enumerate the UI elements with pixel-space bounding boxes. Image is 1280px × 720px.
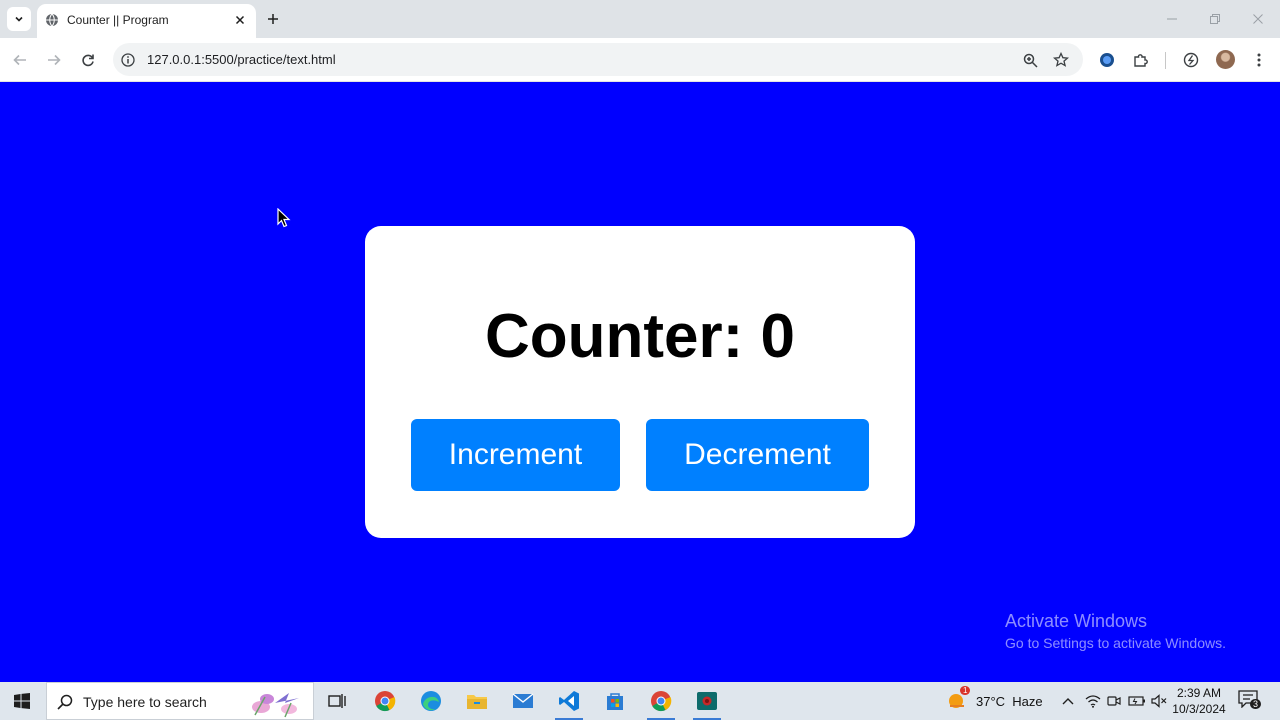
- chevron-down-icon: [15, 16, 23, 22]
- vscode-icon: [559, 691, 579, 711]
- bookmark-button[interactable]: [1051, 50, 1071, 70]
- back-button[interactable]: [9, 49, 31, 71]
- weather-text[interactable]: 37°C Haze: [976, 694, 1043, 709]
- counter-card: Counter: 0 Increment Decrement: [365, 226, 915, 538]
- taskbar-clock[interactable]: 2:39 AM 10/3/2024: [1168, 685, 1230, 717]
- task-view-icon: [328, 694, 346, 708]
- battery-icon[interactable]: [1128, 695, 1146, 707]
- start-button[interactable]: [0, 682, 44, 720]
- chrome-icon: [651, 691, 672, 712]
- profile-avatar[interactable]: [1216, 50, 1235, 69]
- clock-date: 10/3/2024: [1172, 702, 1226, 716]
- increment-button[interactable]: Increment: [411, 419, 620, 491]
- wifi-icon[interactable]: [1085, 694, 1101, 708]
- close-icon: [1253, 14, 1263, 24]
- site-info-button[interactable]: [118, 50, 138, 70]
- meet-now-icon[interactable]: [1107, 694, 1121, 708]
- minimize-icon: [1167, 18, 1177, 20]
- taskbar-edge[interactable]: [409, 682, 453, 720]
- mail-icon: [512, 693, 534, 708]
- taskbar-file-explorer[interactable]: [455, 682, 499, 720]
- toolbar-separator: [1165, 52, 1166, 69]
- task-view-button[interactable]: [315, 682, 359, 720]
- reload-button[interactable]: [77, 49, 99, 71]
- windows-taskbar: Type here to search 1 37°C Haze 2:39 AM …: [0, 682, 1280, 720]
- speed-icon: [1183, 52, 1199, 68]
- new-tab-button[interactable]: [263, 9, 283, 29]
- edge-icon: [421, 691, 441, 711]
- clock-time: 2:39 AM: [1176, 686, 1222, 700]
- taskbar-search[interactable]: Type here to search: [46, 682, 314, 720]
- watermark-subtitle: Go to Settings to activate Windows.: [1005, 635, 1226, 651]
- restore-button[interactable]: [1206, 10, 1224, 28]
- tab-search-button[interactable]: [7, 7, 31, 31]
- zoom-icon: [1023, 53, 1038, 68]
- screen-recorder-icon: [697, 692, 717, 710]
- taskbar-mail[interactable]: [501, 682, 545, 720]
- puzzle-icon: [1134, 54, 1148, 67]
- url-text: 127.0.0.1:5500/practice/text.html: [147, 52, 336, 67]
- volume-muted-icon[interactable]: [1151, 694, 1167, 708]
- hummingbird-flowers-icon: [252, 693, 299, 718]
- taskbar-chrome[interactable]: [363, 682, 407, 720]
- tab-title: Counter || Program: [67, 13, 169, 27]
- globe-icon: [46, 13, 58, 27]
- store-icon: [607, 693, 623, 710]
- search-icon: [57, 694, 73, 710]
- browser-tab[interactable]: Counter || Program: [37, 4, 256, 38]
- folder-icon: [467, 695, 487, 709]
- more-vertical-icon: [1257, 53, 1261, 67]
- restore-icon: [1210, 14, 1220, 24]
- chrome-icon: [375, 691, 396, 712]
- info-icon: [121, 53, 135, 67]
- browser-toolbar: 127.0.0.1:5500/practice/text.html: [0, 38, 1280, 82]
- minimize-button[interactable]: [1163, 10, 1181, 28]
- star-icon: [1053, 52, 1069, 67]
- notification-count-badge: 3: [1250, 699, 1262, 709]
- decrement-button[interactable]: Decrement: [646, 419, 869, 491]
- counter-display: Counter: 0: [485, 302, 795, 371]
- tab-close-button[interactable]: [231, 11, 249, 29]
- performance-button[interactable]: [1180, 49, 1202, 71]
- close-icon: [235, 15, 245, 25]
- extension-button[interactable]: [1096, 49, 1118, 71]
- taskbar-chrome-active[interactable]: [639, 682, 683, 720]
- notifications-button[interactable]: 3: [1238, 690, 1262, 712]
- tab-strip: Counter || Program: [0, 0, 1280, 38]
- search-placeholder: Type here to search: [83, 694, 207, 710]
- arrow-left-icon: [13, 54, 26, 66]
- address-bar[interactable]: 127.0.0.1:5500/practice/text.html: [113, 43, 1083, 76]
- zoom-button[interactable]: [1020, 50, 1040, 70]
- plus-icon: [268, 14, 278, 24]
- reload-icon: [82, 54, 94, 67]
- forward-button[interactable]: [43, 49, 65, 71]
- arrow-right-icon: [48, 54, 61, 66]
- activation-watermark: Activate Windows Go to Settings to activ…: [1005, 611, 1226, 651]
- extension-record-icon: [1100, 53, 1114, 67]
- mouse-cursor-icon: [277, 208, 291, 228]
- windows-logo-icon: [14, 693, 30, 709]
- browser-menu-button[interactable]: [1248, 49, 1270, 71]
- watermark-title: Activate Windows: [1005, 611, 1148, 631]
- taskbar-vscode[interactable]: [547, 682, 591, 720]
- extensions-menu-button[interactable]: [1130, 49, 1152, 71]
- taskbar-store[interactable]: [593, 682, 637, 720]
- taskbar-screen-recorder[interactable]: [685, 682, 729, 720]
- close-window-button[interactable]: [1249, 10, 1267, 28]
- chevron-up-icon[interactable]: [1062, 696, 1074, 706]
